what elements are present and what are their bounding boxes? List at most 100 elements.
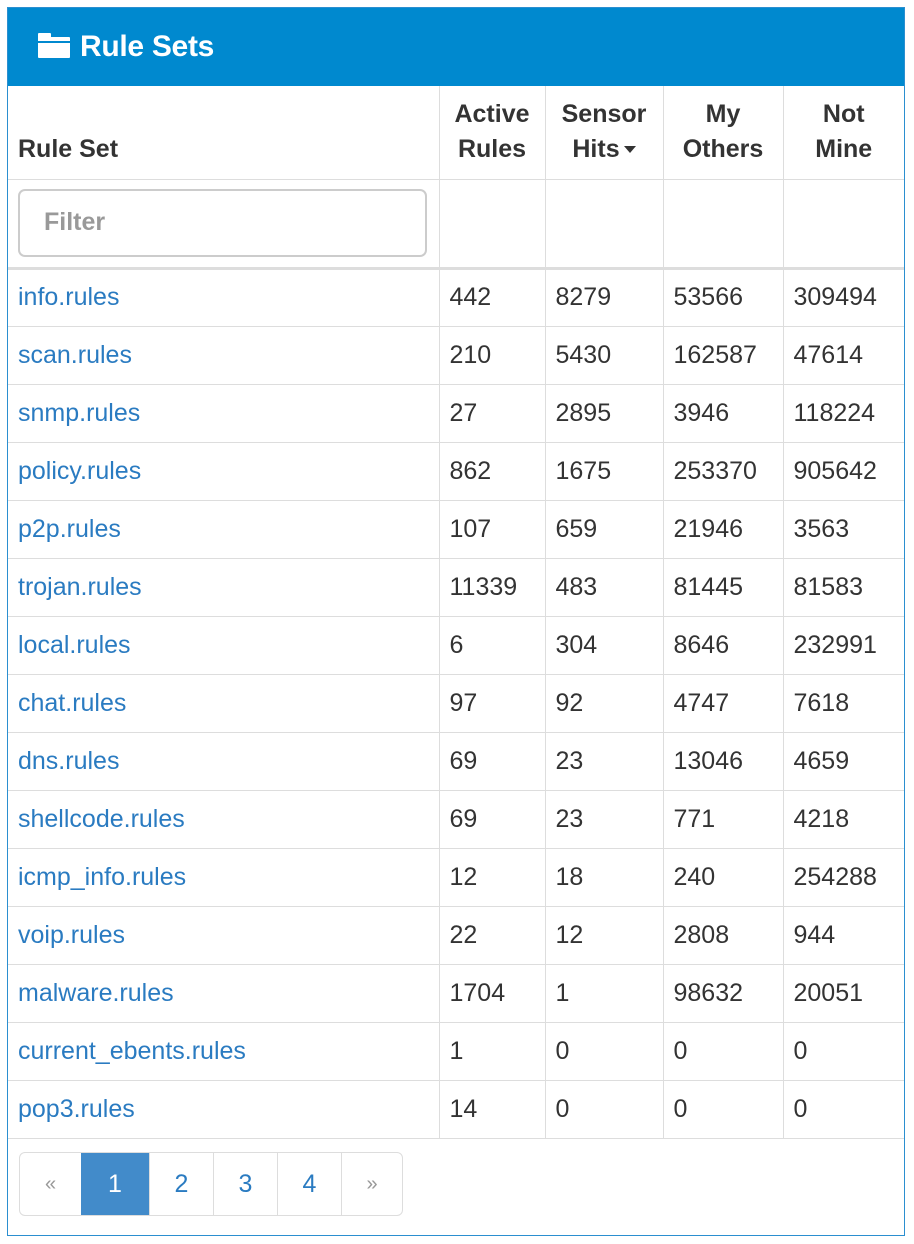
cell-not-mine: 254288 <box>782 847 904 907</box>
cell-active-rules-value: 22 <box>449 920 478 949</box>
cell-not-mine-value: 232991 <box>793 630 877 659</box>
pagination-next[interactable]: » <box>341 1153 402 1215</box>
cell-my-others: 21946 <box>662 499 784 559</box>
cell-not-mine-value: 3563 <box>793 514 850 543</box>
pagination-prev[interactable]: « <box>20 1153 81 1215</box>
cell-not-mine-value: 20051 <box>793 978 864 1007</box>
rule-set-link[interactable]: scan.rules <box>18 341 132 369</box>
cell-not-mine-value: 0 <box>793 1036 808 1065</box>
pagination-page-2[interactable]: 2 <box>149 1153 213 1215</box>
header-my-others[interactable]: My Others <box>662 86 784 180</box>
cell-active-rules: 22 <box>438 905 546 965</box>
pagination-page-3[interactable]: 3 <box>213 1153 277 1215</box>
rule-set-link[interactable]: snmp.rules <box>18 399 140 427</box>
cell-rule-set: pop3.rules <box>8 1079 440 1139</box>
cell-not-mine: 0 <box>782 1079 904 1139</box>
rule-set-link[interactable]: trojan.rules <box>18 573 142 601</box>
cell-my-others: 253370 <box>662 441 784 501</box>
cell-sensor-hits: 2895 <box>544 383 664 443</box>
cell-active-rules: 1704 <box>438 963 546 1023</box>
cell-my-others: 3946 <box>662 383 784 443</box>
cell-sensor-hits: 304 <box>544 615 664 675</box>
table-row: pop3.rules 14 0 0 0 <box>8 1079 904 1139</box>
cell-my-others: 13046 <box>662 731 784 791</box>
header-active-rules[interactable]: Active Rules <box>438 86 546 180</box>
table-row: chat.rules 97 92 4747 7618 <box>8 673 904 733</box>
cell-my-others-value: 3946 <box>673 398 730 427</box>
cell-active-rules-value: 442 <box>449 283 492 311</box>
rule-set-link[interactable]: icmp_info.rules <box>18 863 186 891</box>
cell-sensor-hits: 1 <box>544 963 664 1023</box>
pagination-page-1[interactable]: 1 <box>81 1153 149 1215</box>
cell-sensor-hits-value: 5430 <box>555 340 612 369</box>
cell-active-rules-value: 69 <box>449 804 478 833</box>
cell-not-mine-value: 81583 <box>793 572 864 601</box>
cell-rule-set: p2p.rules <box>8 499 440 559</box>
cell-not-mine-value: 309494 <box>793 283 877 311</box>
cell-not-mine: 7618 <box>782 673 904 733</box>
cell-rule-set: current_ebents.rules <box>8 1021 440 1081</box>
cell-my-others-value: 98632 <box>673 978 744 1007</box>
cell-not-mine: 4218 <box>782 789 904 849</box>
cell-not-mine: 0 <box>782 1021 904 1081</box>
rule-set-link[interactable]: dns.rules <box>18 747 119 775</box>
cell-sensor-hits-value: 483 <box>555 572 598 601</box>
cell-not-mine: 232991 <box>782 615 904 675</box>
cell-active-rules-value: 14 <box>449 1094 478 1123</box>
cell-not-mine: 944 <box>782 905 904 965</box>
cell-active-rules: 1 <box>438 1021 546 1081</box>
table-row: local.rules 6 304 8646 232991 <box>8 615 904 675</box>
table-row: shellcode.rules 69 23 771 4218 <box>8 789 904 849</box>
cell-my-others: 771 <box>662 789 784 849</box>
cell-active-rules: 210 <box>438 325 546 385</box>
rule-set-link[interactable]: voip.rules <box>18 921 125 949</box>
table-row: snmp.rules 27 2895 3946 118224 <box>8 383 904 443</box>
rule-set-link[interactable]: current_ebents.rules <box>18 1037 246 1065</box>
cell-rule-set: trojan.rules <box>8 557 440 617</box>
pagination-page-4[interactable]: 4 <box>277 1153 341 1215</box>
cell-not-mine-value: 118224 <box>793 398 876 427</box>
rule-set-link[interactable]: p2p.rules <box>18 515 121 543</box>
cell-my-others-value: 13046 <box>673 746 744 775</box>
pagination: « 1 2 3 4» <box>19 1152 403 1216</box>
rule-set-link[interactable]: policy.rules <box>18 457 141 485</box>
rule-sets-panel: Rule Sets Rule Set Active Rules Sensor Hit… <box>7 7 905 1236</box>
cell-sensor-hits: 5430 <box>544 325 664 385</box>
rule-set-link[interactable]: local.rules <box>18 631 131 659</box>
header-rule-set[interactable]: Rule Set <box>8 86 440 180</box>
cell-my-others-value: 0 <box>673 1094 688 1123</box>
filter-input[interactable] <box>18 188 427 257</box>
cell-rule-set: local.rules <box>8 615 440 675</box>
cell-not-mine: 81583 <box>782 557 904 617</box>
rule-set-link[interactable]: pop3.rules <box>18 1095 135 1123</box>
table-row: scan.rules 210 5430 162587 47614 <box>8 325 904 385</box>
cell-my-others-value: 53566 <box>673 283 744 311</box>
cell-not-mine: 47614 <box>782 325 904 385</box>
cell-active-rules: 69 <box>438 731 546 791</box>
header-sensor-hits[interactable]: Sensor Hits <box>544 86 664 180</box>
panel-title: Rule Sets <box>80 30 215 63</box>
cell-my-others-value: 162587 <box>673 340 757 369</box>
cell-not-mine: 20051 <box>782 963 904 1023</box>
cell-my-others-value: 240 <box>673 862 716 891</box>
rule-set-link[interactable]: chat.rules <box>18 689 126 717</box>
cell-active-rules: 27 <box>438 383 546 443</box>
cell-sensor-hits: 92 <box>544 673 664 733</box>
cell-my-others: 162587 <box>662 325 784 385</box>
cell-my-others: 0 <box>662 1079 784 1139</box>
rule-set-link[interactable]: info.rules <box>18 283 119 311</box>
cell-sensor-hits: 659 <box>544 499 664 559</box>
cell-my-others-value: 8646 <box>673 630 730 659</box>
cell-active-rules-value: 210 <box>449 340 492 369</box>
header-not-mine[interactable]: Not Mine <box>782 86 904 180</box>
cell-my-others: 81445 <box>662 557 784 617</box>
cell-my-others: 53566 <box>662 267 784 327</box>
cell-active-rules: 862 <box>438 441 546 501</box>
cell-sensor-hits-value: 92 <box>555 688 584 717</box>
cell-sensor-hits: 18 <box>544 847 664 907</box>
cell-sensor-hits-value: 304 <box>555 630 598 659</box>
table-body: info.rules 442 8279 53566 309494 scan.rules 21… <box>8 267 904 1139</box>
table-row: voip.rules 22 12 2808 944 <box>8 905 904 965</box>
rule-set-link[interactable]: malware.rules <box>18 979 174 1007</box>
rule-set-link[interactable]: shellcode.rules <box>18 805 185 833</box>
